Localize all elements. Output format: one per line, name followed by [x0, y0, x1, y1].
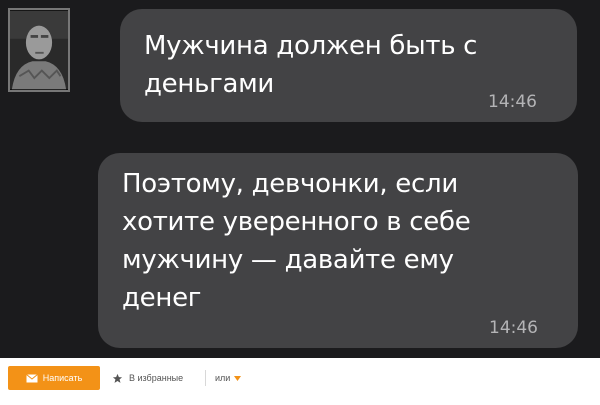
message-bubble: Поэтому, девчонки, если хотите уверенног… [98, 153, 578, 348]
envelope-icon [25, 373, 38, 383]
write-button[interactable]: Написать [8, 366, 100, 390]
message-time: 14:46 [488, 92, 537, 112]
message-time: 14:46 [489, 318, 538, 338]
avatar-photo [10, 10, 68, 90]
action-bar: Написать В избранные или [0, 358, 600, 405]
chat-area: Мужчина должен быть с деньгами 14:46 Поэ… [0, 0, 600, 358]
more-dropdown[interactable]: или [215, 370, 242, 386]
divider [205, 370, 206, 386]
write-button-label: Написать [42, 373, 83, 383]
avatar[interactable] [8, 8, 70, 92]
add-to-favorites-link[interactable]: В избранные [112, 370, 183, 386]
message-bubble: Мужчина должен быть с деньгами 14:46 [120, 9, 577, 122]
more-label: или [215, 373, 231, 383]
star-icon [112, 373, 123, 384]
message-text: Поэтому, девчонки, если хотите уверенног… [122, 169, 471, 313]
caret-down-icon [234, 375, 242, 381]
favorites-label: В избранные [129, 373, 184, 383]
